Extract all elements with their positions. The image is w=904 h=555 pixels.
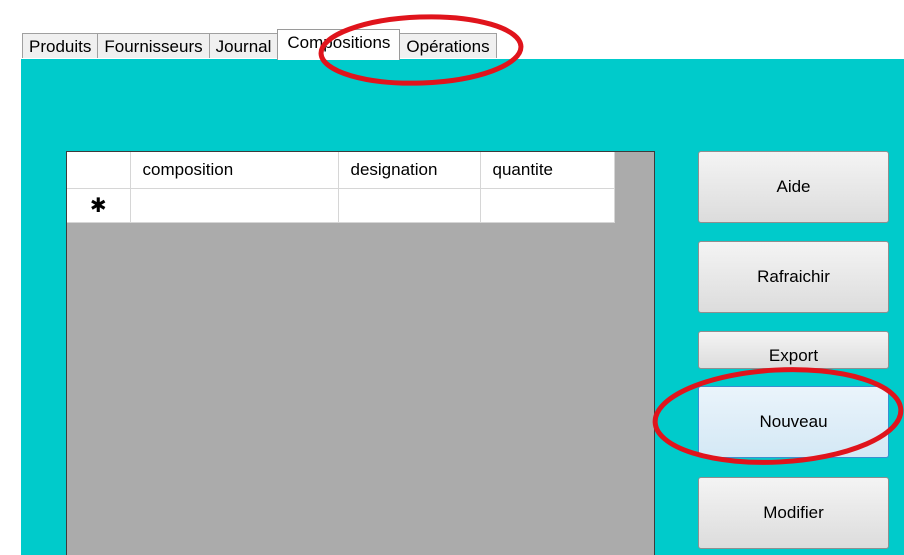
rafraichir-button[interactable]: Rafraichir bbox=[698, 241, 889, 313]
export-button[interactable]: Export bbox=[698, 331, 889, 369]
column-header-designation[interactable]: designation bbox=[337, 152, 481, 189]
tab-fournisseurs[interactable]: Fournisseurs bbox=[97, 33, 210, 60]
column-header-composition[interactable]: composition bbox=[129, 152, 339, 189]
tab-produits[interactable]: Produits bbox=[22, 33, 99, 60]
new-row-quantite-cell[interactable] bbox=[479, 187, 615, 223]
new-row-composition-cell[interactable] bbox=[129, 187, 339, 223]
new-row-designation-cell[interactable] bbox=[337, 187, 481, 223]
tab-operations[interactable]: Opérations bbox=[399, 33, 497, 60]
compositions-grid[interactable]: composition designation quantite ✱ bbox=[66, 151, 655, 555]
new-row-marker-icon[interactable]: ✱ bbox=[67, 187, 131, 223]
modifier-button[interactable]: Modifier bbox=[698, 477, 889, 549]
new-row: ✱ bbox=[67, 187, 615, 223]
row-header-corner[interactable] bbox=[67, 152, 131, 189]
tab-journal[interactable]: Journal bbox=[208, 33, 279, 60]
nouveau-button[interactable]: Nouveau bbox=[698, 386, 889, 458]
aide-button[interactable]: Aide bbox=[698, 151, 889, 223]
tab-compositions[interactable]: Compositions bbox=[277, 29, 401, 60]
column-header-quantite[interactable]: quantite bbox=[479, 152, 615, 189]
tab-strip: Produits Fournisseurs Journal Compositio… bbox=[22, 29, 497, 60]
grid-table: composition designation quantite ✱ bbox=[67, 152, 615, 223]
grid-header-row: composition designation quantite bbox=[67, 152, 615, 189]
